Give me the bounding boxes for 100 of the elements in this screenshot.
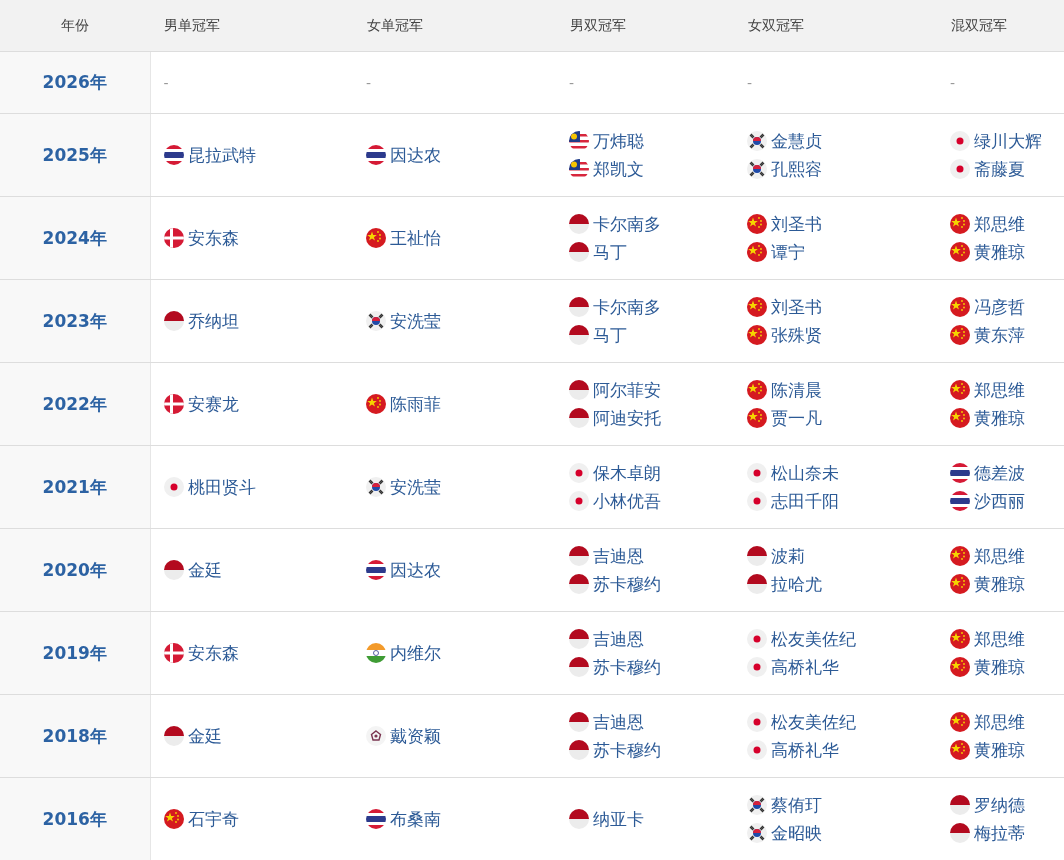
flag-icon [163,228,184,248]
flag-icon [747,242,767,262]
player-link[interactable]: 郑思维 [974,710,1025,734]
player-link[interactable]: 卡尔南多 [593,212,661,236]
player-link[interactable]: 梅拉蒂 [974,821,1025,845]
player-link[interactable]: 因达农 [390,558,441,582]
player-link[interactable]: 昆拉武特 [187,143,256,167]
player-link[interactable]: 谭宁 [771,240,805,264]
player-link[interactable]: 郑思维 [974,627,1025,651]
flag-icon [950,408,970,428]
flag-icon [366,145,386,165]
player-link[interactable]: 郑思维 [974,544,1025,568]
player-link[interactable]: 斋藤夏 [974,157,1025,181]
player-link[interactable]: 因达农 [390,143,441,167]
player-link[interactable]: 石宇奇 [187,807,239,831]
flag-icon [747,629,767,649]
flag-icon [163,477,184,497]
player-link[interactable]: 桃田贤斗 [187,475,256,499]
flag-icon [569,325,589,345]
player-link[interactable]: 乔纳坦 [187,309,239,333]
player-link[interactable]: 黄雅琼 [974,572,1025,596]
player-link[interactable]: 松山奈未 [771,461,839,485]
year-label: 2016年 [42,808,107,829]
player-link[interactable]: 德差波 [974,461,1025,485]
player-link[interactable]: 孔熙容 [771,157,822,181]
flag-icon [366,477,386,497]
flag-icon [747,712,767,732]
player-link[interactable]: 蔡侑玎 [771,793,822,817]
player-link[interactable]: 卡尔南多 [593,295,661,319]
player-link[interactable]: 黄雅琼 [974,655,1025,679]
flag-icon [569,242,589,262]
empty-value: - [366,74,372,91]
player-link[interactable]: 陈清晨 [771,378,822,402]
player-link[interactable]: 苏卡穆约 [593,572,661,596]
player-link[interactable]: 黄雅琼 [974,406,1025,430]
player-link[interactable]: 安赛龙 [187,392,239,416]
player-link[interactable]: 罗纳德 [974,793,1025,817]
player-link[interactable]: 内维尔 [390,641,441,665]
flag-icon [747,463,767,483]
flag-icon [569,380,589,400]
player-link[interactable]: 吉迪恩 [593,710,644,734]
flag-icon [366,643,386,663]
player-link[interactable]: 刘圣书 [771,212,822,236]
flag-icon [747,408,767,428]
player-link[interactable]: 黄雅琼 [974,738,1025,762]
player-link[interactable]: 冯彦哲 [974,295,1025,319]
player-link[interactable]: 安东森 [187,641,239,665]
player-link[interactable]: 阿尔菲安 [593,378,661,402]
player-link[interactable]: 安洗莹 [390,475,441,499]
player-link[interactable]: 金廷 [187,558,222,582]
flag-icon [747,823,767,843]
player-link[interactable]: 王祉怡 [390,226,441,250]
flag-icon [950,823,970,843]
flag-icon [747,546,767,566]
player-link[interactable]: 保木卓朗 [593,461,661,485]
player-link[interactable]: 松友美佐纪 [771,710,856,734]
column-header: 男单冠军 [150,0,353,52]
player-link[interactable]: 苏卡穆约 [593,738,661,762]
player-link[interactable]: 郑思维 [974,212,1025,236]
player-link[interactable]: 陈雨菲 [390,392,441,416]
player-link[interactable]: 沙西丽 [974,489,1025,513]
player-link[interactable]: 万炜聪 [593,129,644,153]
player-link[interactable]: 绿川大辉 [974,129,1042,153]
flag-icon [569,159,589,179]
player-link[interactable]: 马丁 [593,240,627,264]
player-link[interactable]: 郑凯文 [593,157,644,181]
empty-value: - [747,74,753,91]
player-link[interactable]: 安东森 [187,226,239,250]
player-link[interactable]: 高桥礼华 [771,655,839,679]
player-link[interactable]: 吉迪恩 [593,544,644,568]
player-link[interactable]: 拉哈尤 [771,572,822,596]
flag-icon [747,131,767,151]
player-link[interactable]: 刘圣书 [771,295,822,319]
player-link[interactable]: 志田千阳 [771,489,839,513]
player-link[interactable]: 张殊贤 [771,323,822,347]
player-link[interactable]: 布桑南 [390,807,441,831]
flag-icon [569,546,589,566]
player-link[interactable]: 郑思维 [974,378,1025,402]
player-link[interactable]: 戴资颖 [390,724,441,748]
player-link[interactable]: 安洗莹 [390,309,441,333]
player-link[interactable]: 松友美佐纪 [771,627,856,651]
player-link[interactable]: 金昭映 [771,821,822,845]
year-label: 2021年 [42,476,107,497]
player-link[interactable]: 金慧贞 [771,129,822,153]
player-link[interactable]: 苏卡穆约 [593,655,661,679]
empty-value: - [569,74,575,91]
empty-value: - [950,74,956,91]
year-label: 2020年 [42,559,107,580]
player-link[interactable]: 吉迪恩 [593,627,644,651]
player-link[interactable]: 纳亚卡 [593,807,644,831]
player-link[interactable]: 小林优吾 [593,489,661,513]
player-link[interactable]: 波莉 [771,544,805,568]
player-link[interactable]: 贾一凡 [771,406,822,430]
player-link[interactable]: 金廷 [187,724,222,748]
player-link[interactable]: 黄雅琼 [974,240,1025,264]
player-link[interactable]: 高桥礼华 [771,738,839,762]
player-link[interactable]: 阿迪安托 [593,406,661,430]
player-link[interactable]: 马丁 [593,323,627,347]
flag-icon [950,657,970,677]
player-link[interactable]: 黄东萍 [974,323,1025,347]
